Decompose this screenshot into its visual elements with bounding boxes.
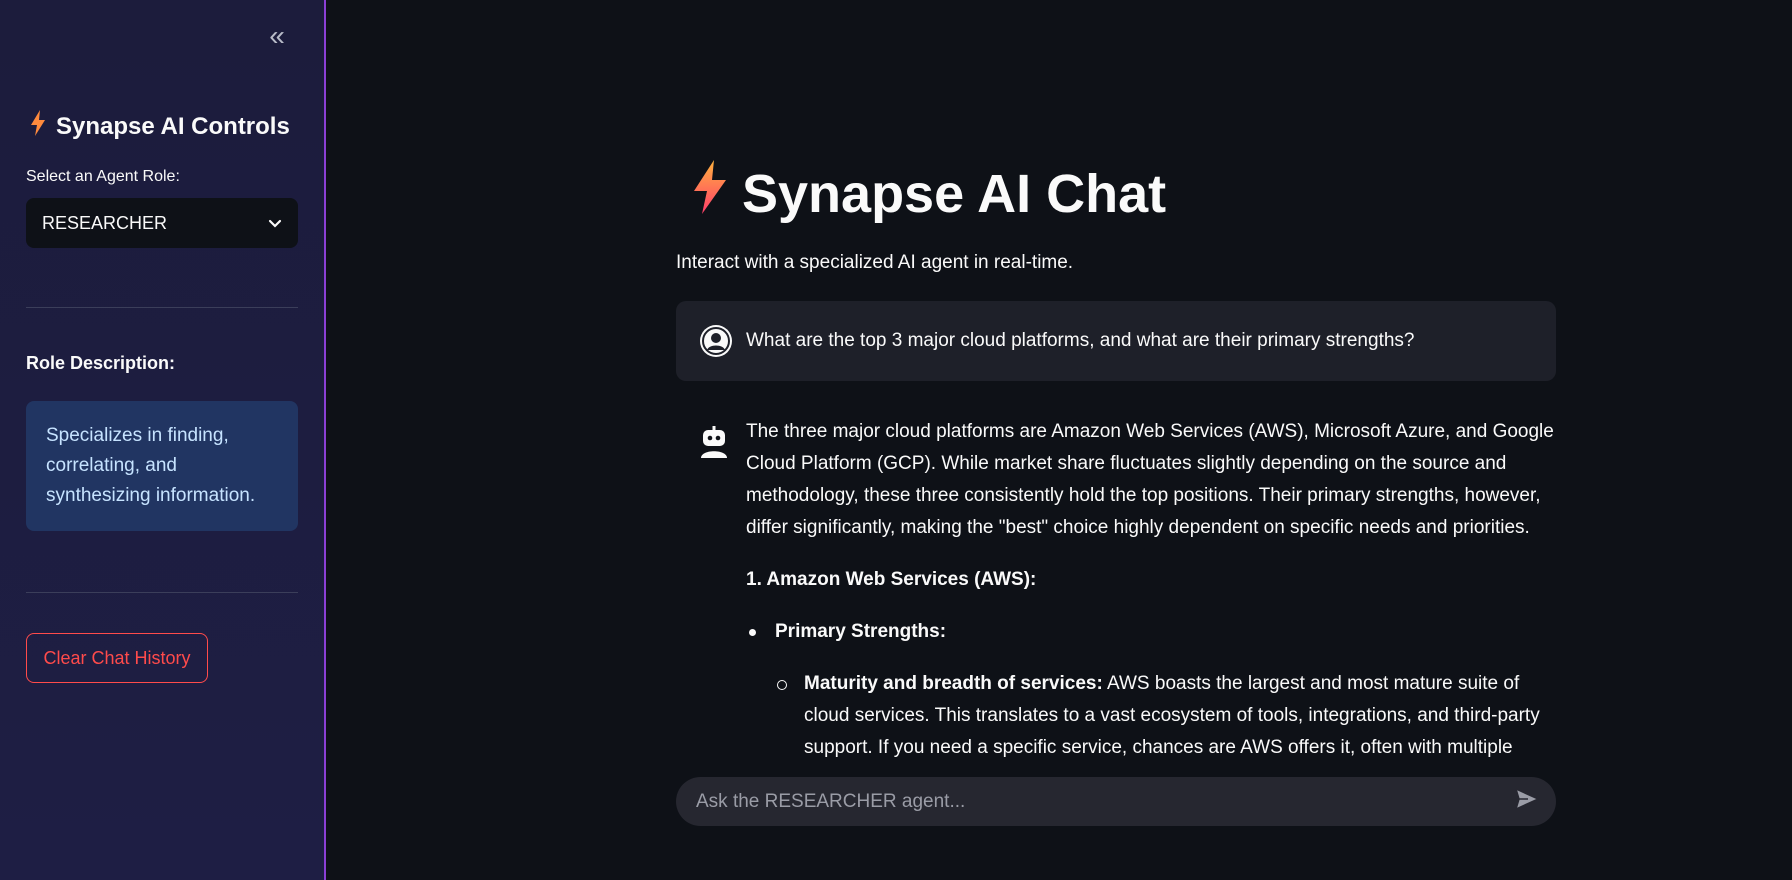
role-description-heading: Role Description: — [26, 353, 176, 373]
agent-role-select[interactable]: RESEARCHER — [26, 198, 298, 248]
page-subtitle: Interact with a specialized AI agent in … — [676, 252, 1074, 273]
robot-icon — [700, 426, 728, 463]
user-message: What are the top 3 major cloud platforms… — [676, 301, 1556, 381]
double-chevron-left-icon: « — [269, 20, 285, 51]
sub-bullet-bold: Maturity and breadth of services: — [804, 673, 1103, 694]
role-description-box: Specializes in finding, correlating, and… — [26, 401, 298, 531]
sidebar: « Synapse AI Controls Select an Agent Ro… — [0, 0, 326, 880]
user-avatar-icon — [700, 325, 732, 357]
role-description-text: Specializes in finding, correlating, and… — [46, 425, 256, 506]
list-item: Primary Strengths: — [746, 616, 1556, 648]
page-title-text: Synapse AI Chat — [742, 163, 1167, 224]
sidebar-divider — [26, 592, 298, 593]
lightning-icon — [30, 110, 46, 143]
sidebar-title-text: Synapse AI Controls — [56, 112, 290, 140]
sidebar-title: Synapse AI Controls — [30, 110, 290, 143]
page-title: Synapse AI Chat — [692, 160, 1166, 227]
sidebar-divider — [26, 307, 298, 308]
user-message-text: What are the top 3 major cloud platforms… — [746, 330, 1415, 351]
chat-input-container[interactable] — [676, 777, 1556, 826]
clear-chat-history-button[interactable]: Clear Chat History — [26, 633, 208, 683]
bullet-heading: Primary Strengths: — [775, 621, 947, 642]
assistant-intro-paragraph: The three major cloud platforms are Amaz… — [746, 421, 1554, 538]
chat-input[interactable] — [696, 790, 1512, 813]
send-button[interactable] — [1512, 787, 1542, 817]
assistant-message: The three major cloud platforms are Amaz… — [676, 416, 1556, 758]
lightning-icon — [692, 160, 728, 227]
chevron-down-icon — [268, 213, 282, 234]
agent-role-label: Select an Agent Role: — [26, 168, 180, 185]
section-heading: 1. Amazon Web Services (AWS): — [746, 569, 1037, 590]
collapse-sidebar-button[interactable]: « — [262, 22, 292, 50]
assistant-message-body: The three major cloud platforms are Amaz… — [746, 416, 1556, 758]
list-item: Maturity and breadth of services: AWS bo… — [746, 668, 1556, 758]
send-icon — [1515, 788, 1539, 815]
agent-role-value: RESEARCHER — [42, 212, 168, 233]
